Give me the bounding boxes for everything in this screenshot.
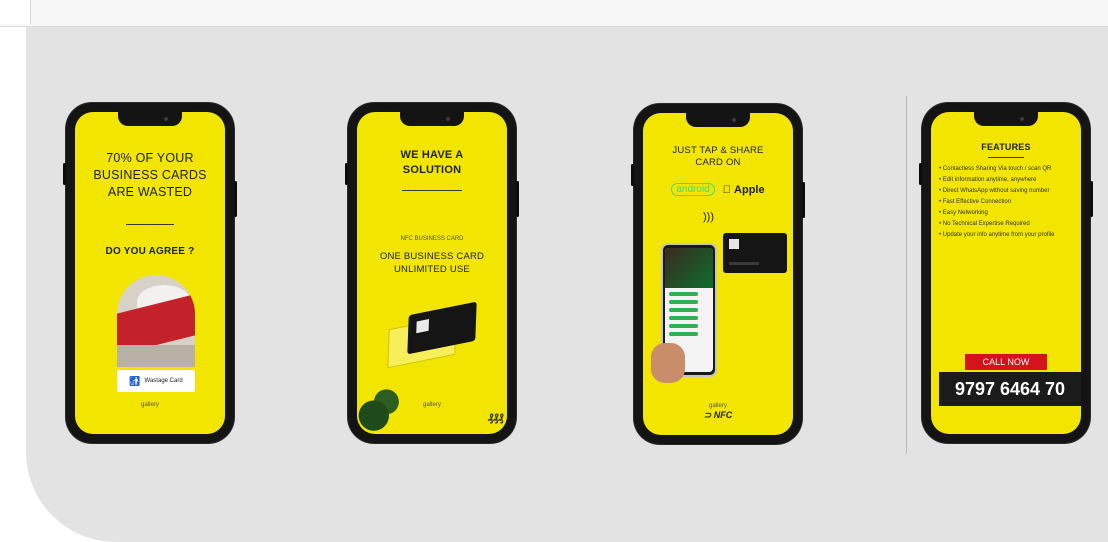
feature-item: • Direct WhatsApp without saving number: [939, 188, 1050, 194]
slide-footer: gallery: [709, 403, 727, 409]
divider-line: [402, 190, 462, 191]
nfc-wave-icon: ))): [703, 211, 714, 223]
slide-headline: 70% OF YOUR BUSINESS CARDS ARE WASTED: [93, 151, 207, 199]
top-tab[interactable]: [0, 0, 31, 24]
feature-item: • Fast Effective Connection: [939, 199, 1012, 205]
apple-logo:  Apple: [723, 183, 765, 196]
person-icon: 🚮: [129, 375, 141, 386]
top-bar: [0, 0, 1108, 27]
android-logo: android: [671, 183, 715, 196]
phone-screen: FEATURES • Contactless Sharing Via touch…: [931, 112, 1081, 434]
divider-line: [988, 157, 1024, 158]
notch: [686, 113, 750, 127]
phone-mockup-4[interactable]: FEATURES • Contactless Sharing Via touch…: [919, 103, 1093, 443]
nfc-kicker: NFC BUSINESS CARD: [400, 236, 464, 242]
slide-subhead: ONE BUSINESS CARD UNLIMITED USE: [379, 251, 485, 275]
phone-number[interactable]: 9797 6464 70: [939, 372, 1081, 406]
platform-row: android  Apple: [643, 183, 793, 196]
notch: [118, 112, 182, 126]
plant-decoration: [357, 388, 399, 434]
slide-headline: FEATURES: [981, 142, 1031, 152]
phone-mockup-2[interactable]: WE HAVE A SOLUTION NFC BUSINESS CARD ONE…: [345, 103, 519, 443]
decoration-doodle: ₰₰₰: [487, 412, 504, 424]
slide-question: DO YOU AGREE ?: [105, 246, 195, 257]
notch: [974, 112, 1038, 126]
feature-item: • Update your info anytime from your pro…: [939, 232, 1055, 238]
nfc-cards-image: [387, 301, 477, 369]
slide-footer: gallery: [423, 402, 441, 408]
call-now-button[interactable]: CALL NOW: [965, 354, 1047, 370]
illustration-image: [117, 275, 195, 367]
phone-screen: 70% OF YOUR BUSINESS CARDS ARE WASTED DO…: [75, 112, 225, 434]
wastage-card-label: 🚮 Wastage Card: [117, 370, 195, 392]
notch: [400, 112, 464, 126]
phone-screen: JUST TAP & SHARE CARD ON android  Apple…: [643, 113, 793, 435]
phone-mockup-1[interactable]: 70% OF YOUR BUSINESS CARDS ARE WASTED DO…: [63, 103, 237, 443]
phone-mockup-3[interactable]: JUST TAP & SHARE CARD ON android  Apple…: [631, 104, 805, 444]
nfc-brand-logo: ⊃ NFC: [703, 410, 733, 420]
slide-headline: WE HAVE A SOLUTION: [400, 149, 464, 176]
feature-item: • Edit information anytime, anywhere: [939, 177, 1037, 183]
slide-headline: JUST TAP & SHARE CARD ON: [672, 145, 764, 168]
hand-image: [651, 343, 685, 383]
nfc-card-image: [723, 233, 787, 273]
slide-footer: gallery: [141, 402, 159, 408]
divider-line: [126, 224, 174, 225]
phone-screen: WE HAVE A SOLUTION NFC BUSINESS CARD ONE…: [357, 112, 507, 434]
feature-item: • Easy Networking: [939, 210, 988, 216]
feature-item: • Contactless Sharing Via touch / scan Q…: [939, 166, 1052, 172]
vertical-divider: [906, 96, 907, 454]
features-list: • Contactless Sharing Via touch / scan Q…: [939, 164, 1075, 241]
feature-item: • No Technical Expertise Required: [939, 221, 1030, 227]
